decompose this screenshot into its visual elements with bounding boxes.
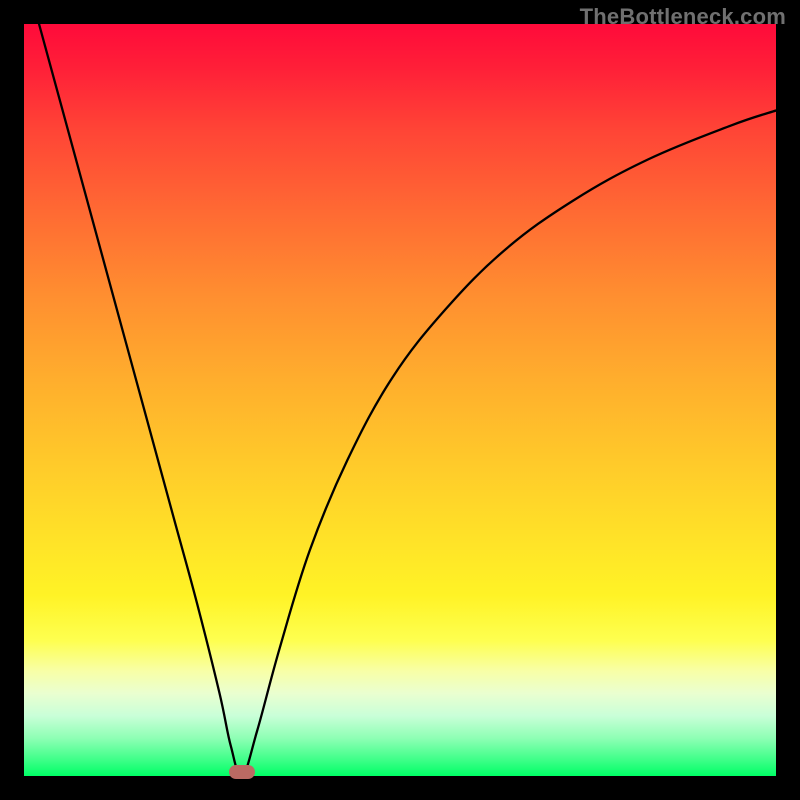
optimal-marker: [229, 765, 255, 779]
bottleneck-curve: [24, 24, 776, 776]
